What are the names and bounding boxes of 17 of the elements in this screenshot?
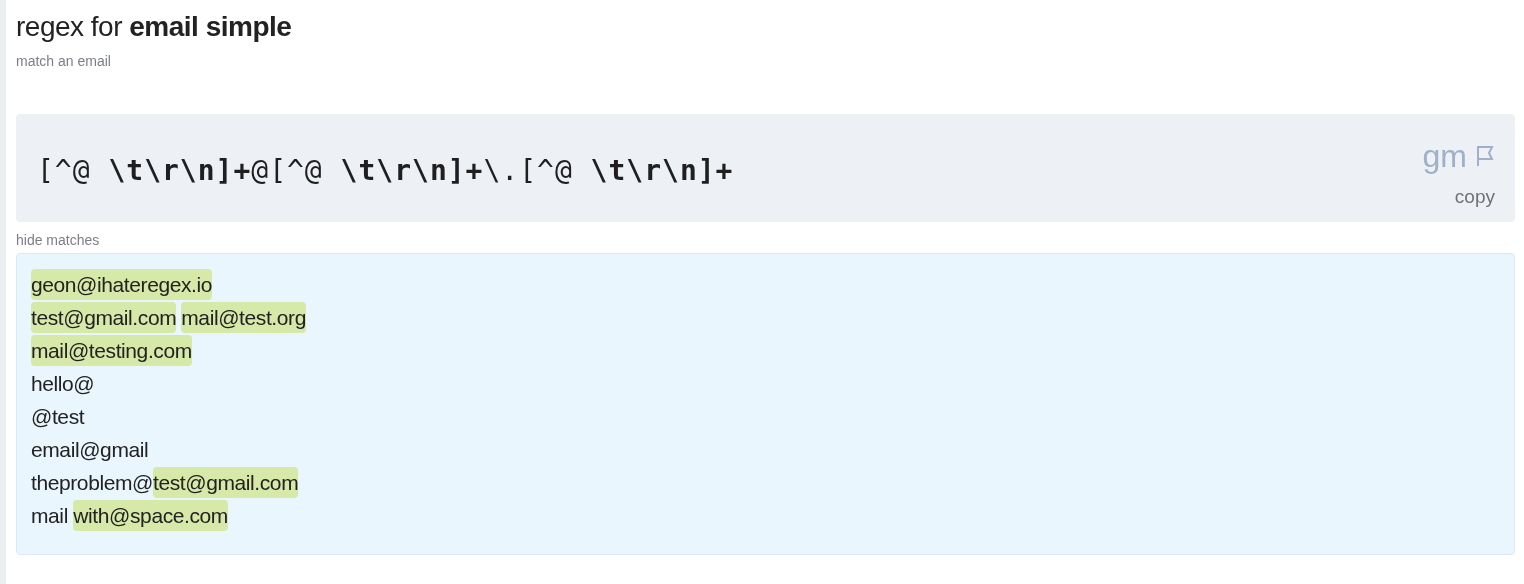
match-highlight: test@gmail.com [153, 467, 299, 498]
match-highlight: mail@testing.com [31, 335, 192, 366]
copy-link[interactable]: copy [1454, 186, 1495, 208]
match-highlight: with@space.com [73, 500, 228, 531]
match-highlight: test@gmail.com [31, 302, 177, 333]
match-highlight: geon@ihateregex.io [31, 269, 213, 300]
regex-pattern: [^@ \t\r\n]+@[^@ \t\r\n]+\.[^@ \t\r\n]+ [37, 153, 734, 187]
test-text: email@gmail [31, 438, 149, 461]
hide-matches-link[interactable]: hide matches [16, 231, 100, 249]
page-title: regex for email simple [16, 10, 293, 44]
test-text: @test [31, 405, 85, 428]
page-subtitle: match an email [16, 52, 112, 70]
test-text: theproblem@ [31, 471, 153, 494]
match-highlight: mail@test.org [181, 302, 306, 333]
test-text: mail [31, 504, 69, 527]
test-text: hello@ [31, 372, 95, 395]
flag-icon[interactable] [1475, 145, 1495, 167]
